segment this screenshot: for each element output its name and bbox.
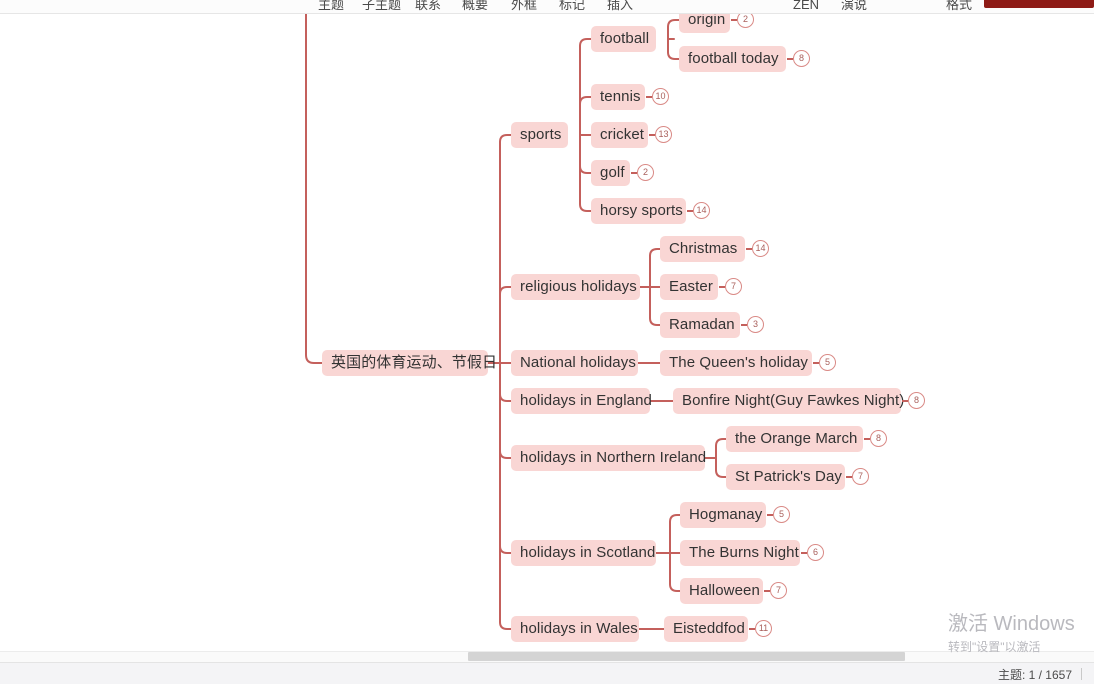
mindmap-node-christmas[interactable]: Christmas bbox=[660, 236, 745, 262]
mindmap-node-horsy-sports[interactable]: horsy sports bbox=[591, 198, 686, 224]
mindmap-node-bonfire-night[interactable]: Bonfire Night(Guy Fawkes Night) bbox=[673, 388, 904, 414]
edge-football-branch bbox=[667, 19, 680, 28]
mindmap-node-st-patricks-day[interactable]: St Patrick's Day bbox=[726, 464, 845, 490]
toolbar-item-4[interactable]: 外框 bbox=[511, 0, 537, 13]
toolbar-item-5[interactable]: 标记 bbox=[559, 0, 585, 13]
mindmap-node-football-today[interactable]: football today bbox=[679, 46, 786, 72]
toolbar-item-9[interactable]: 格式 bbox=[946, 0, 972, 13]
mindmap-canvas[interactable]: 英国的体育运动、节假日 sports football origin 2 football… bbox=[0, 14, 1094, 651]
edge-root-branch bbox=[499, 393, 512, 402]
edge-sports-branch bbox=[579, 165, 592, 174]
toolbar-item-0[interactable]: 主题 bbox=[318, 0, 344, 13]
mindmap-node-queens-holiday[interactable]: The Queen's holiday bbox=[660, 350, 812, 376]
node-badge-queens-holiday[interactable]: 5 bbox=[819, 354, 836, 371]
node-badge-golf[interactable]: 2 bbox=[637, 164, 654, 181]
mindmap-node-origin[interactable]: origin bbox=[679, 14, 730, 33]
node-badge-cricket[interactable]: 13 bbox=[655, 126, 672, 143]
edge-scotland-branch bbox=[669, 583, 681, 592]
node-badge-bonfire-night[interactable]: 8 bbox=[908, 392, 925, 409]
toolbar-item-6[interactable]: 插入 bbox=[607, 0, 633, 13]
edge-football-branch bbox=[667, 51, 680, 60]
edge-religious-branch bbox=[649, 317, 661, 326]
edge-ni-branch bbox=[715, 469, 727, 478]
node-badge-christmas[interactable]: 14 bbox=[752, 240, 769, 257]
node-badge-halloween[interactable]: 7 bbox=[770, 582, 787, 599]
mindmap-node-holidays-scotland[interactable]: holidays in Scotland bbox=[511, 540, 656, 566]
edge-sports-branch bbox=[579, 96, 592, 105]
mindmap-node-ramadan[interactable]: Ramadan bbox=[660, 312, 740, 338]
edge-ni-branch bbox=[715, 438, 727, 447]
node-badge-hogmanay[interactable]: 5 bbox=[773, 506, 790, 523]
toolbar-item-7[interactable]: ZEN bbox=[793, 0, 819, 13]
edge-root-branch bbox=[499, 286, 512, 295]
topic-counter-label: 主题: 1 / 1657 bbox=[997, 668, 1072, 682]
edge-root-branch bbox=[499, 545, 512, 554]
node-badge-burns-night[interactable]: 6 bbox=[807, 544, 824, 561]
mindmap-node-easter[interactable]: Easter bbox=[660, 274, 718, 300]
node-badge-football-today[interactable]: 8 bbox=[793, 50, 810, 67]
horizontal-scrollbar-thumb[interactable] bbox=[468, 652, 905, 661]
edge-religious-branch bbox=[649, 248, 661, 257]
mindmap-node-halloween[interactable]: Halloween bbox=[680, 578, 763, 604]
node-badge-horsy-sports[interactable]: 14 bbox=[693, 202, 710, 219]
toolbar-item-8[interactable]: 演说 bbox=[841, 0, 867, 13]
node-badge-easter[interactable]: 7 bbox=[725, 278, 742, 295]
status-divider bbox=[1081, 668, 1082, 680]
mindmap-node-sports[interactable]: sports bbox=[511, 122, 568, 148]
mindmap-node-burns-night[interactable]: The Burns Night bbox=[680, 540, 800, 566]
mindmap-node-holidays-england[interactable]: holidays in England bbox=[511, 388, 652, 414]
mindmap-node-tennis[interactable]: tennis bbox=[591, 84, 645, 110]
node-badge-st-patricks-day[interactable]: 7 bbox=[852, 468, 869, 485]
edge-scotland-branch bbox=[669, 514, 681, 523]
mindmap-node-hogmanay[interactable]: Hogmanay bbox=[680, 502, 766, 528]
node-badge-eisteddfod[interactable]: 11 bbox=[755, 620, 772, 637]
node-badge-ramadan[interactable]: 3 bbox=[747, 316, 764, 333]
mindmap-node-religious-holidays[interactable]: religious holidays bbox=[511, 274, 640, 300]
status-bar: 主题: 1 / 1657 bbox=[0, 662, 1094, 684]
toolbar-item-2[interactable]: 联系 bbox=[415, 0, 441, 13]
toolbar-item-3[interactable]: 概要 bbox=[462, 0, 488, 13]
mindmap-node-eisteddfod[interactable]: Eisteddfod bbox=[664, 616, 748, 642]
edge-sports-branch bbox=[579, 38, 592, 47]
mindmap-node-golf[interactable]: golf bbox=[591, 160, 630, 186]
toolbar-primary-button[interactable] bbox=[984, 0, 1094, 8]
mindmap-node-orange-march[interactable]: the Orange March bbox=[726, 426, 863, 452]
mindmap-node-holidays-wales[interactable]: holidays in Wales bbox=[511, 616, 639, 642]
toolbar-item-1[interactable]: 子主题 bbox=[362, 0, 401, 13]
mindmap-node-national-holidays[interactable]: National holidays bbox=[511, 350, 638, 376]
mindmap-node-root[interactable]: 英国的体育运动、节假日 bbox=[322, 350, 497, 376]
top-toolbar: 主题 子主题 联系 概要 外框 标记 插入 ZEN 演说 格式 bbox=[0, 0, 1094, 14]
edge-root-branch bbox=[499, 621, 512, 630]
mindmap-node-football[interactable]: football bbox=[591, 26, 656, 52]
edge-root-inbound bbox=[305, 14, 323, 364]
mindmap-node-holidays-ni[interactable]: holidays in Northern Ireland bbox=[511, 445, 706, 471]
mindmap-application: 主题 子主题 联系 概要 外框 标记 插入 ZEN 演说 格式 英国的体育运动、节假日 sports… bbox=[0, 0, 1094, 684]
edge-root-branch bbox=[499, 134, 512, 143]
edge-sports-branch bbox=[579, 203, 592, 212]
edge-root-branch bbox=[499, 450, 512, 459]
mindmap-node-cricket[interactable]: cricket bbox=[591, 122, 648, 148]
node-badge-tennis[interactable]: 10 bbox=[652, 88, 669, 105]
node-badge-orange-march[interactable]: 8 bbox=[870, 430, 887, 447]
